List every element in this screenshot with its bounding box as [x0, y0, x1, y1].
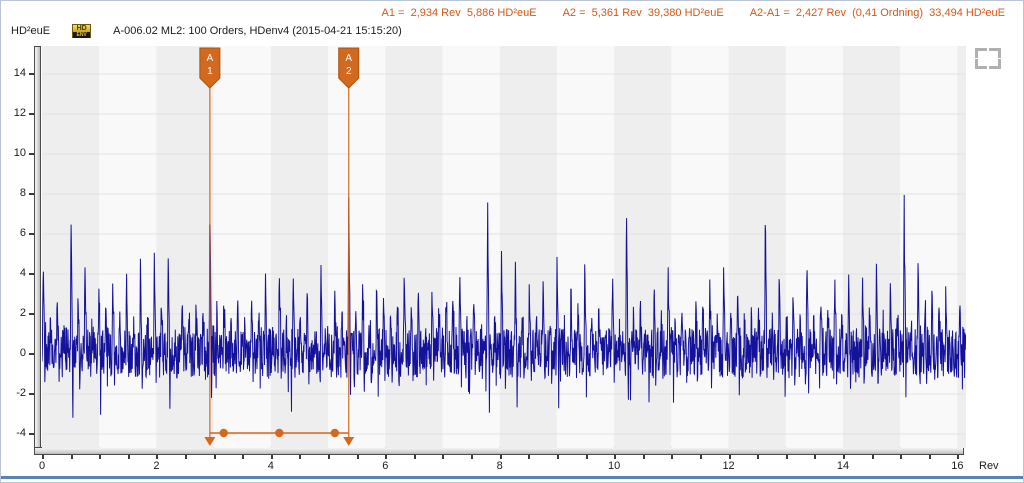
fullscreen-icon[interactable] [975, 48, 1001, 69]
bottom-divider-bar [1, 476, 1023, 479]
x-tick-mark [299, 455, 301, 459]
x-tick-label: 6 [363, 460, 407, 472]
y-tick-label: 10 [1, 147, 26, 159]
x-tick-mark [99, 455, 101, 459]
hd-env-icon: HD ENV [72, 24, 91, 38]
readout-a1: A1 = 2,934 Rev 5,886 HD²euE [382, 7, 537, 19]
y-tick-mark [29, 353, 34, 355]
y-tick-mark [29, 153, 34, 155]
x-tick-mark [185, 455, 187, 459]
x-tick-mark [671, 455, 673, 459]
readout-a2-a1: A2-A1 = 2,427 Rev (0,41 Ordning) 33,494 … [750, 7, 1005, 19]
x-tick-mark [700, 455, 702, 459]
cursor-flag-number: 1 [207, 66, 213, 77]
cursor-readouts: A1 = 2,934 Rev 5,886 HD²euE A2 = 5,361 Re… [382, 7, 1005, 19]
y-axis-ruler [34, 46, 41, 455]
y-tick-mark [29, 273, 34, 275]
x-tick-label: 8 [478, 460, 522, 472]
cursor-band-handle[interactable] [220, 429, 228, 437]
x-tick-mark [500, 455, 502, 459]
x-axis-ruler [34, 447, 964, 455]
plot-area[interactable]: A 1 A 2 [42, 46, 966, 448]
x-tick-mark [814, 455, 816, 459]
chart-window: A1 = 2,934 Rev 5,886 HD²euE A2 = 5,361 Re… [0, 0, 1024, 483]
y-tick-label: 0 [1, 347, 26, 359]
x-tick-mark [786, 455, 788, 459]
x-tick-mark [614, 455, 616, 459]
y-tick-label: 4 [1, 267, 26, 279]
y-tick-label: 12 [1, 107, 26, 119]
background-stripes [42, 46, 966, 448]
x-tick-mark [757, 455, 759, 459]
x-tick-mark [643, 455, 645, 459]
x-tick-mark [586, 455, 588, 459]
x-tick-mark [557, 455, 559, 459]
x-tick-mark [214, 455, 216, 459]
x-tick-mark [843, 455, 845, 459]
x-tick-mark [271, 455, 273, 459]
x-tick-mark [414, 455, 416, 459]
x-tick-mark [242, 455, 244, 459]
x-axis-unit-label: Rev [979, 460, 999, 472]
x-tick-mark [929, 455, 931, 459]
y-tick-label: 14 [1, 67, 26, 79]
x-tick-label: 14 [821, 460, 865, 472]
x-tick-mark [729, 455, 731, 459]
x-tick-label: 10 [592, 460, 636, 472]
x-tick-mark [900, 455, 902, 459]
x-tick-mark [156, 455, 158, 459]
x-tick-mark [128, 455, 130, 459]
chart-header: HD²euE HD ENV A-006.02 ML2: 100 Orders, … [11, 23, 402, 39]
x-tick-mark [872, 455, 874, 459]
y-tick-mark [29, 313, 34, 315]
x-tick-label: 0 [20, 460, 64, 472]
y-tick-label: 8 [1, 187, 26, 199]
y-tick-label: 6 [1, 227, 26, 239]
x-tick-mark [442, 455, 444, 459]
cursor-flag-number: 2 [346, 66, 352, 77]
y-tick-label: -2 [1, 387, 26, 399]
cursor-flag-label: A [345, 53, 352, 64]
signal-chart[interactable]: A 1 A 2 [42, 46, 966, 448]
x-tick-label: 16 [935, 460, 979, 472]
y-tick-mark [29, 433, 34, 435]
x-tick-mark [71, 455, 73, 459]
y-tick-mark [29, 393, 34, 395]
x-tick-mark [471, 455, 473, 459]
x-tick-mark [957, 455, 959, 459]
x-tick-mark [42, 455, 44, 459]
cursor-band-handle[interactable] [331, 429, 339, 437]
cursor-flag-label: A [207, 53, 214, 64]
y-tick-mark [29, 193, 34, 195]
x-tick-label: 2 [134, 460, 178, 472]
readout-a2: A2 = 5,361 Rev 39,380 HD²euE [563, 7, 724, 19]
cursor-band-handle[interactable] [275, 429, 283, 437]
y-tick-label: -4 [1, 427, 26, 439]
y-tick-mark [29, 73, 34, 75]
x-tick-mark [385, 455, 387, 459]
x-tick-mark [528, 455, 530, 459]
y-tick-mark [29, 233, 34, 235]
x-tick-label: 4 [249, 460, 293, 472]
y-tick-mark [29, 113, 34, 115]
x-tick-mark [357, 455, 359, 459]
y-axis-unit-label: HD²euE [11, 25, 50, 37]
x-tick-label: 12 [707, 460, 751, 472]
x-tick-mark [328, 455, 330, 459]
measurement-title: A-006.02 ML2: 100 Orders, HDenv4 (2015-0… [113, 25, 402, 37]
y-tick-label: 2 [1, 307, 26, 319]
